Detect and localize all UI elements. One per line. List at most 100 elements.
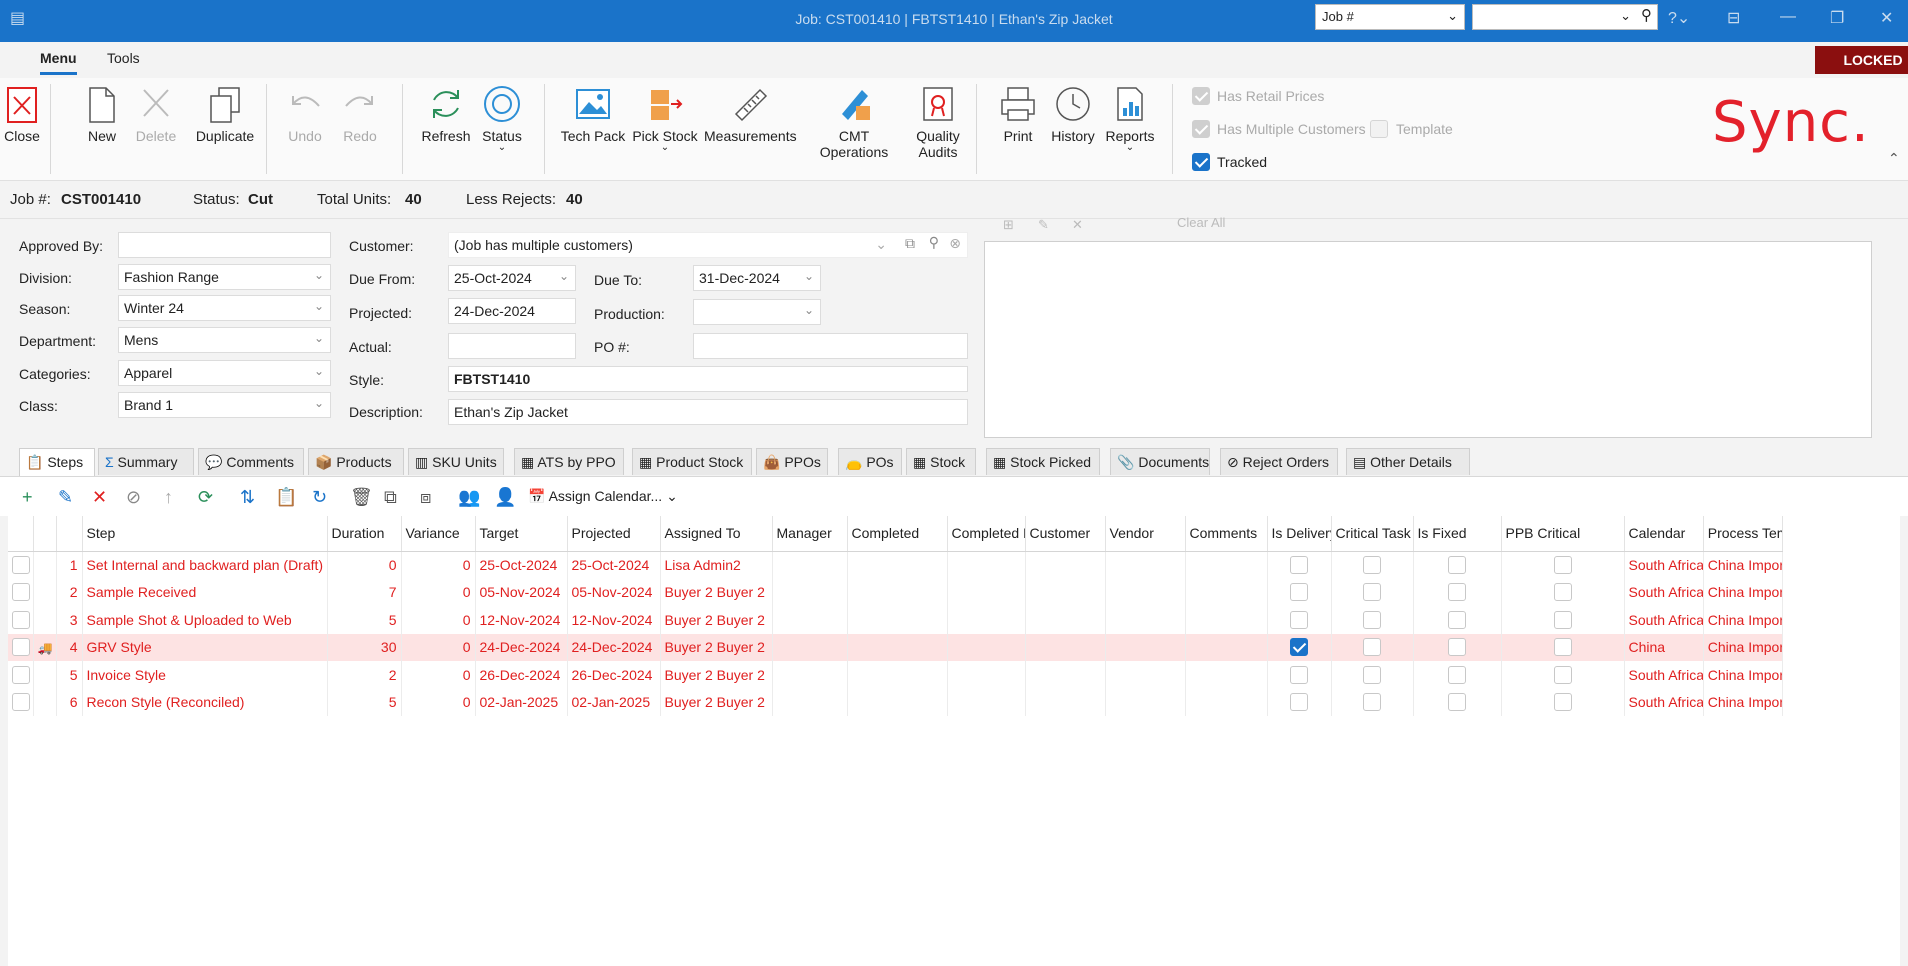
is-delivery-cell[interactable] [1267,606,1332,634]
step-vendor[interactable] [1105,661,1186,689]
step-target[interactable]: 24-Dec-2024 [475,633,568,661]
template-checkbox[interactable] [1370,120,1388,138]
step-variance[interactable]: 0 [401,688,476,716]
step-process-template[interactable]: China Import [1703,688,1784,716]
step-vendor[interactable] [1105,578,1186,606]
edit-step-icon[interactable]: ✎ [58,487,73,508]
tab-other-details[interactable]: ▤ Other Details [1346,448,1470,475]
close-button[interactable]: Close [2,84,42,144]
is-fixed-checkbox[interactable] [1448,556,1466,575]
division-select[interactable]: Fashion Range ⌄ [118,264,331,290]
notes-add-icon[interactable]: ⊞ [1003,217,1014,233]
step-completed-by[interactable] [947,578,1026,606]
critical-task-checkbox[interactable] [1363,638,1381,657]
is-fixed-cell[interactable] [1413,661,1502,689]
row-checkbox[interactable] [12,665,30,684]
menu-tab-menu[interactable]: Menu [40,50,77,75]
step-calendar[interactable]: South Africa [1624,551,1704,579]
is-fixed-checkbox[interactable] [1448,610,1466,629]
step-manager[interactable] [772,551,848,579]
step-calendar[interactable]: South Africa [1624,578,1704,606]
step-vendor[interactable] [1105,606,1186,634]
maximize-icon[interactable]: ❐ [1830,8,1844,28]
column-header[interactable]: Is Fixed [1413,516,1502,552]
step-target[interactable]: 26-Dec-2024 [475,661,568,689]
row-select-cell[interactable] [8,633,34,661]
step-duration[interactable]: 30 [327,633,402,661]
column-header[interactable]: Completed [847,516,948,552]
ppb-critical-checkbox[interactable] [1553,556,1572,575]
search-input[interactable]: ⌄ ⚲ [1472,4,1658,30]
tab-reject-orders[interactable]: ⊘ Reject Orders [1220,448,1338,475]
ppb-critical-checkbox[interactable] [1553,610,1572,629]
column-header[interactable]: Assigned To [660,516,773,552]
is-fixed-checkbox[interactable] [1448,693,1466,712]
is-fixed-cell[interactable] [1413,606,1502,634]
step-process-template[interactable]: China Import [1703,633,1784,661]
approved-by-field[interactable] [118,232,331,258]
ppb-critical-checkbox[interactable] [1553,583,1572,602]
is-delivery-checkbox[interactable] [1290,610,1308,629]
customer-dropdown-icon[interactable]: ⌄ [875,236,887,253]
status-button[interactable]: Status ⌄ [478,84,526,153]
season-select[interactable]: Winter 24 ⌄ [118,295,331,321]
menu-tab-tools[interactable]: Tools [107,50,140,66]
table-row[interactable]: 5 Invoice Style 2 0 26-Dec-2024 26-Dec-2024 Bu… [8,661,1784,689]
tab-comments[interactable]: 💬 Comments [198,448,304,475]
step-customer[interactable] [1025,551,1106,579]
class-select[interactable]: Brand 1 ⌄ [118,392,331,418]
tab-products[interactable]: 📦 Products [308,448,404,475]
step-manager[interactable] [772,688,848,716]
step-completed-by[interactable] [947,551,1026,579]
is-fixed-checkbox[interactable] [1448,638,1466,657]
tab-ats-by-ppo[interactable]: ▦ ATS by PPO [514,448,624,475]
step-customer[interactable] [1025,688,1106,716]
column-header[interactable]: Target [475,516,568,552]
description-field[interactable]: Ethan's Zip Jacket [448,399,968,425]
delete-step-icon[interactable]: ✕ [92,487,107,508]
row-select-cell[interactable] [8,551,34,579]
step-completed[interactable] [847,688,948,716]
cmt-operations-button[interactable]: CMT Operations [804,84,904,160]
ppb-critical-cell[interactable] [1501,688,1625,716]
column-header[interactable]: Step [82,516,328,552]
row-checkbox[interactable] [12,638,30,657]
categories-select[interactable]: Apparel ⌄ [118,360,331,386]
step-variance[interactable]: 0 [401,551,476,579]
column-header[interactable]: Comments [1185,516,1268,552]
step-customer[interactable] [1025,578,1106,606]
redo-button[interactable]: Redo [340,84,380,144]
step-vendor[interactable] [1105,551,1186,579]
delete-button[interactable]: Delete [134,84,178,144]
critical-task-cell[interactable] [1331,688,1414,716]
clear-customer-icon[interactable]: ⊗ [949,235,961,252]
step-projected[interactable]: 12-Nov-2024 [567,606,661,634]
step-completed-by[interactable] [947,661,1026,689]
step-projected[interactable]: 05-Nov-2024 [567,578,661,606]
step-completed[interactable] [847,633,948,661]
sort-icon[interactable]: ⇅ [240,487,255,508]
tab-stock[interactable]: ▦ Stock [906,448,976,475]
critical-task-checkbox[interactable] [1363,556,1381,575]
history-button[interactable]: History [1048,84,1098,144]
is-fixed-cell[interactable] [1413,551,1502,579]
print-button[interactable]: Print [994,84,1042,144]
ppb-critical-cell[interactable] [1501,578,1625,606]
notes-panel[interactable] [984,241,1872,438]
ppb-critical-checkbox[interactable] [1553,693,1572,712]
row-checkbox[interactable] [12,693,30,712]
is-delivery-cell[interactable] [1267,688,1332,716]
step-target[interactable]: 12-Nov-2024 [475,606,568,634]
critical-task-cell[interactable] [1331,551,1414,579]
is-delivery-checkbox[interactable] [1290,583,1308,602]
notes-edit-icon[interactable]: ✎ [1038,217,1049,233]
table-row[interactable]: 2 Sample Received 7 0 05-Nov-2024 05-Nov-2024… [8,578,1784,606]
customer-field[interactable]: (Job has multiple customers) ⌄ ⧉ ⚲ ⊗ [448,232,968,258]
add-step-icon[interactable]: + [22,487,33,508]
trash-icon[interactable]: 🗑 [350,487,373,508]
step-assigned-to[interactable]: Buyer 2 Buyer 2 [660,606,773,634]
restore-layout-icon[interactable]: ⊟ [1727,8,1740,28]
step-assigned-to[interactable]: Buyer 2 Buyer 2 [660,578,773,606]
step-projected[interactable]: 24-Dec-2024 [567,633,661,661]
column-header[interactable]: Vendor [1105,516,1186,552]
